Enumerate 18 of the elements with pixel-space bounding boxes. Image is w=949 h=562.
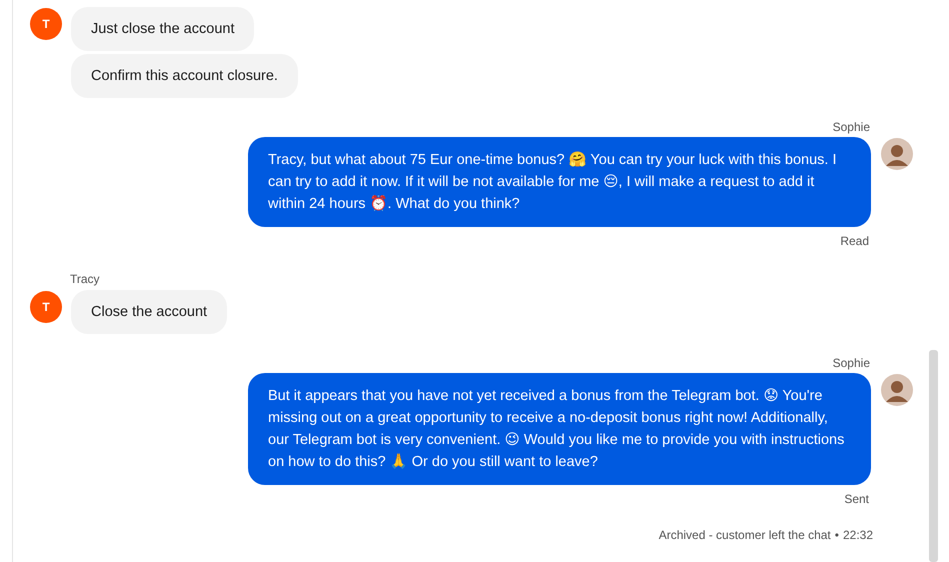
archived-note: Archived - customer left the chat [658,528,831,542]
message-bubble: Close the account [71,290,228,334]
message-status: Read [840,234,869,248]
sender-name: Sophie [832,356,870,370]
avatar-icon [881,138,913,170]
scrollbar-thumb[interactable] [929,350,938,562]
message-status: Sent [844,492,869,506]
message-bubble: Confirm this account closure. [71,54,298,98]
avatar-icon: T [30,291,62,323]
avatar-icon: T [30,8,62,40]
avatar-icon [881,374,913,406]
message-bubble: But it appears that you have not yet received a bonus from the Telegram bot. 😟 You're missing out on a great opportunity to receive a no-deposit bonus right now! Additionally, our Telegram bot is very convenient. 😉 Would you like me to provide you with instructions on how to do this? 🙏 Or do you still want to leave? [248,373,871,485]
timestamp: 22:32 [842,528,873,542]
sender-name: Tracy [70,272,101,286]
message-bubble: Just close the account [71,7,254,51]
separator-dot: • [834,528,839,542]
sender-name: Sophie [832,120,870,134]
message-bubble: Tracy, but what about 75 Eur one-time bonus? 🤗 You can try your luck with this bonus. I can try to add it now. If it will be not available for me 😔, I will make a request to add it within 24 hours ⏰. What do you think? [248,137,871,227]
